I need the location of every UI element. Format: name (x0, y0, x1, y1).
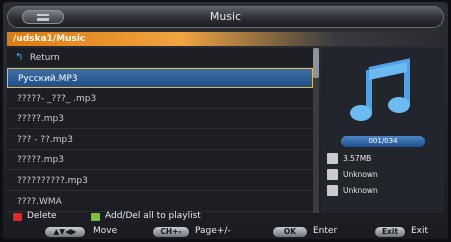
music-browser-screen: Music /udska1/Music ↰ Return Русский.MP3… (3, 2, 448, 239)
move-label: Move (93, 226, 118, 236)
title-bar: Music (7, 6, 444, 28)
path-bar: /udska1/Music (7, 32, 444, 46)
enter-label: Enter (313, 226, 338, 236)
delete-label: Delete (27, 211, 57, 221)
file-row[interactable]: Русский.MP3 (7, 68, 313, 88)
file-list: ↰ Return Русский.MP3 ?????- _???_ .mp3 ?… (7, 48, 313, 213)
person-icon (327, 169, 338, 180)
artist-row: Unknown (327, 168, 442, 181)
arrow-keys-icon: ▲▼◀▶ (45, 227, 85, 237)
album-value: Unknown (343, 186, 378, 195)
scroll-thumb[interactable] (313, 48, 319, 78)
ok-key: OK (273, 227, 307, 237)
exit-key: Exit (375, 227, 405, 237)
ch-key: CH+- (153, 227, 189, 237)
track-counter: 001/034 (341, 136, 425, 147)
page-label: Page+/- (195, 226, 231, 236)
file-row[interactable]: ??????????.mp3 (7, 171, 313, 191)
info-panel: 001/034 3.57MB Unknown Unknown (321, 48, 444, 213)
file-row[interactable]: ????.WMA (7, 192, 313, 212)
music-note-icon (329, 56, 437, 126)
exit-label: Exit (411, 226, 429, 236)
color-key-legend: Delete Add/Del all to playlist (7, 211, 444, 224)
chart-icon (327, 153, 338, 164)
return-row[interactable]: ↰ Return (7, 48, 313, 68)
album-icon (327, 185, 338, 196)
file-row[interactable]: ?????.mp3 (7, 150, 313, 170)
file-row[interactable]: ?????.mp3 (7, 109, 313, 129)
return-label: Return (29, 53, 60, 63)
artist-value: Unknown (343, 170, 378, 179)
scrollbar[interactable] (313, 48, 319, 213)
file-row[interactable]: ?????- _???_ .mp3 (7, 89, 313, 109)
green-button-icon (91, 213, 100, 221)
file-size-row: 3.57MB (327, 152, 442, 165)
red-button-icon (13, 213, 22, 221)
window-title: Music (209, 10, 242, 23)
return-arrow-icon: ↰ (15, 52, 24, 63)
file-row[interactable]: ??? - ??.mp3 (7, 130, 313, 150)
key-hint-bar: ▲▼◀▶ Move CH+- Page+/- OK Enter Exit Exi… (7, 226, 444, 238)
album-row: Unknown (327, 184, 442, 197)
file-size: 3.57MB (343, 154, 372, 163)
playlist-label: Add/Del all to playlist (105, 211, 201, 221)
